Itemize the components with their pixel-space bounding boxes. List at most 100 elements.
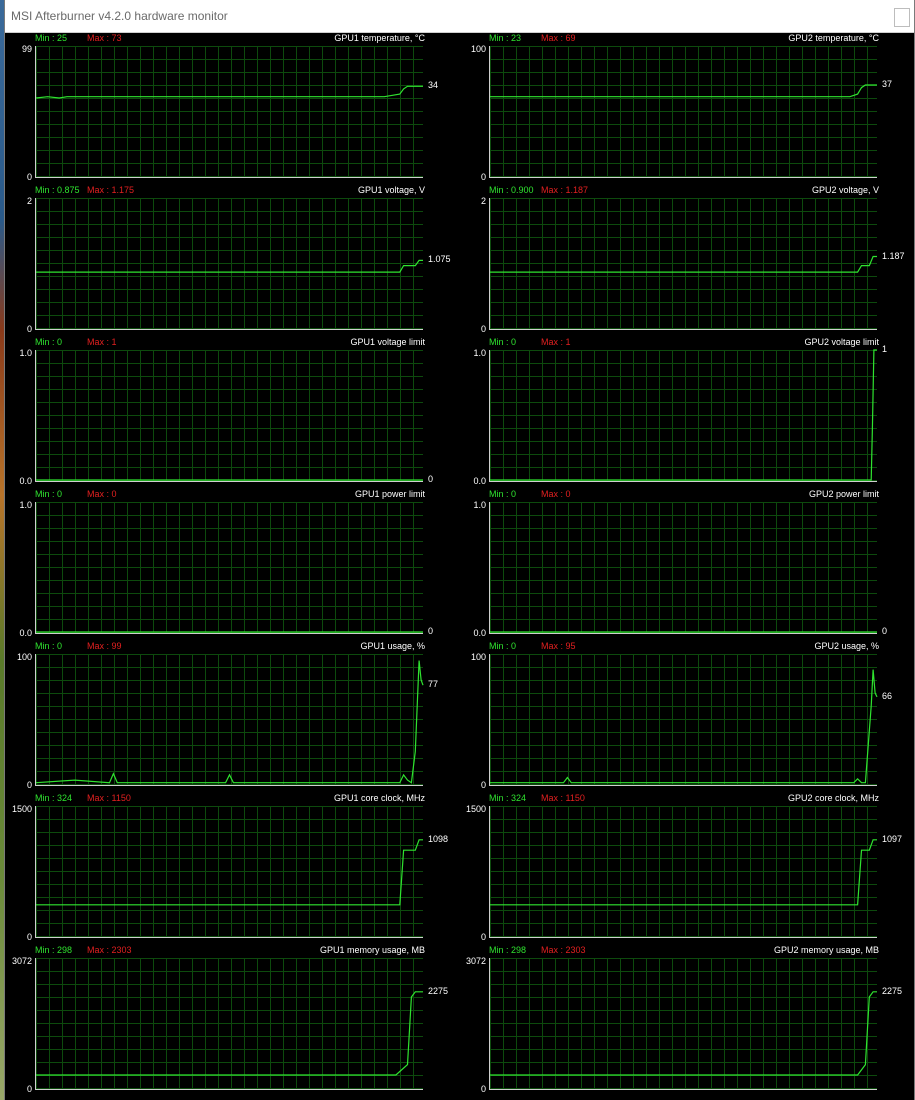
graph-line [36,631,423,633]
graph-gpu2-voltage[interactable]: Min : 0.900 Max : 1.187 GPU2 voltage, V 2 0 1… [459,184,913,336]
y-axis-bottom-label: 0.0 [473,628,486,638]
current-value-label: 1.075 [428,254,451,265]
max-value-label: Max : 73 [87,33,122,43]
y-axis-top-label: 3072 [11,956,32,966]
graph-gpu2-usage[interactable]: Min : 0 Max : 95 GPU2 usage, % 100 0 66 [459,640,913,792]
max-value-label: Max : 95 [541,641,576,651]
graph-plot-area [489,806,877,938]
graph-gpu1-temp[interactable]: Min : 25 Max : 73 GPU1 temperature, °C 99 0 3… [5,32,459,184]
min-value-label: Min : 23 [489,33,522,43]
y-axis-bottom-label: 0 [480,780,486,790]
graph-line-path [35,660,424,784]
y-axis-bottom-label: 0 [480,932,486,942]
min-value-label: Min : 324 [35,793,73,803]
window-title: MSI Afterburner v4.2.0 hardware monitor [11,9,228,23]
graph-title: GPU1 usage, % [360,641,425,651]
graph-plot-area [35,350,423,482]
max-value-label: Max : 69 [541,33,576,43]
graph-gpu1-voltage[interactable]: Min : 0.875 Max : 1.175 GPU1 voltage, V 2 0 1… [5,184,459,336]
current-value-label: 0 [428,474,434,484]
graph-line [490,991,877,1076]
graph-title: GPU2 memory usage, MB [773,945,879,955]
graph-gpu2-core-clock[interactable]: Min : 324 Max : 1150 GPU2 core clock, MHz 1… [459,792,913,944]
graph-line [36,479,423,481]
min-value-label: Min : 298 [35,945,73,955]
graph-line-path [490,669,878,784]
y-axis-bottom-label: 0 [480,324,486,334]
max-value-label: Max : 1 [541,337,571,347]
close-icon[interactable] [894,8,910,27]
current-value-label: 0 [882,626,888,636]
max-value-label: Max : 1150 [541,793,585,803]
graph-gpu1-usage[interactable]: Min : 0 Max : 99 GPU1 usage, % 100 0 77 [5,640,459,792]
min-value-label: Min : 0.875 [35,185,80,195]
current-value-label: 1097 [882,833,903,844]
graph-title: GPU2 core clock, MHz [787,793,879,803]
graph-gpu1-power-limit[interactable]: Min : 0 Max : 0 GPU1 power limit 1.0 0.0 0 [5,488,459,640]
y-axis-bottom-label: 0 [480,172,486,182]
graph-plot-area [489,654,878,786]
graph-title: GPU2 voltage limit [804,337,879,347]
max-value-label: Max : 0 [87,489,117,499]
graph-gpu1-voltage-limit[interactable]: Min : 0 Max : 1 GPU1 voltage limit 1.0 0.0 0 [5,336,459,488]
graph-gpu1-memory-usage[interactable]: Min : 298 Max : 2303 GPU1 memory usage, MB… [5,944,459,1096]
graph-gpu1-core-clock[interactable]: Min : 324 Max : 1150 GPU1 core clock, MHz 1… [5,792,459,944]
max-value-label: Max : 0 [541,489,571,499]
graph-line-path [490,255,877,273]
y-axis-bottom-label: 0 [26,172,32,182]
graph-line [35,85,423,99]
graph-line [490,255,877,273]
current-value-label: 77 [428,679,439,690]
graph-plot-area [489,502,877,634]
graph-gpu2-power-limit[interactable]: Min : 0 Max : 0 GPU2 power limit 1.0 0.0 0 [459,488,913,640]
graph-line-path [35,85,423,99]
y-axis-top-label: 3072 [465,956,486,966]
current-value-label: 1098 [428,833,449,844]
min-value-label: Min : 298 [489,945,527,955]
graph-gpu2-voltage-limit[interactable]: Min : 0 Max : 1 GPU2 voltage limit 1.0 0.0 1 [459,336,913,488]
current-value-label: 37 [882,79,893,89]
y-axis-top-label: 100 [16,652,32,662]
y-axis-bottom-label: 0 [26,1084,32,1094]
max-value-label: Max : 99 [87,641,122,651]
current-value-label: 1 [882,344,888,354]
graph-title: GPU1 voltage, V [357,185,425,195]
min-value-label: Min : 0 [489,337,517,347]
hardware-monitor-window: MSI Afterburner v4.2.0 hardware monitor … [4,0,915,1100]
y-axis-top-label: 1.0 [19,500,32,510]
graph-line-path [36,259,423,273]
graph-plot-area [489,46,877,178]
max-value-label: Max : 1 [87,337,117,347]
graph-plot-area [35,958,423,1090]
graph-title: GPU1 power limit [354,489,425,499]
window-titlebar[interactable]: MSI Afterburner v4.2.0 hardware monitor [5,0,914,33]
max-value-label: Max : 1.175 [87,185,135,195]
min-value-label: Min : 0 [35,489,63,499]
y-axis-bottom-label: 0 [26,780,32,790]
graph-plot-area [489,958,877,1090]
y-axis-top-label: 1.0 [473,500,486,510]
graph-gpu2-memory-usage[interactable]: Min : 298 Max : 2303 GPU2 memory usage, MB… [459,944,913,1096]
current-value-label: 1.187 [882,250,905,261]
graph-plot-area [489,349,877,482]
graph-plot-area [35,806,423,938]
graph-title: GPU2 power limit [808,489,879,499]
y-axis-top-label: 100 [470,652,486,662]
y-axis-bottom-label: 0.0 [473,476,486,486]
current-value-label: 34 [428,80,439,91]
graph-plot-area [35,46,423,178]
graph-line [490,84,877,98]
graph-line [36,259,423,273]
graph-title: GPU1 temperature, °C [334,33,425,43]
graph-line [490,349,877,481]
graph-gpu2-temp[interactable]: Min : 23 Max : 69 GPU2 temperature, °C 100 0… [459,32,913,184]
current-value-label: 0 [428,626,434,636]
min-value-label: Min : 25 [35,33,68,43]
graph-plot-area [489,198,877,330]
y-axis-top-label: 1500 [465,804,486,814]
graph-line [490,839,877,906]
min-value-label: Min : 324 [489,793,527,803]
min-value-label: Min : 0.900 [489,185,534,195]
graph-line-path [490,349,877,481]
graph-title: GPU2 voltage, V [811,185,879,195]
